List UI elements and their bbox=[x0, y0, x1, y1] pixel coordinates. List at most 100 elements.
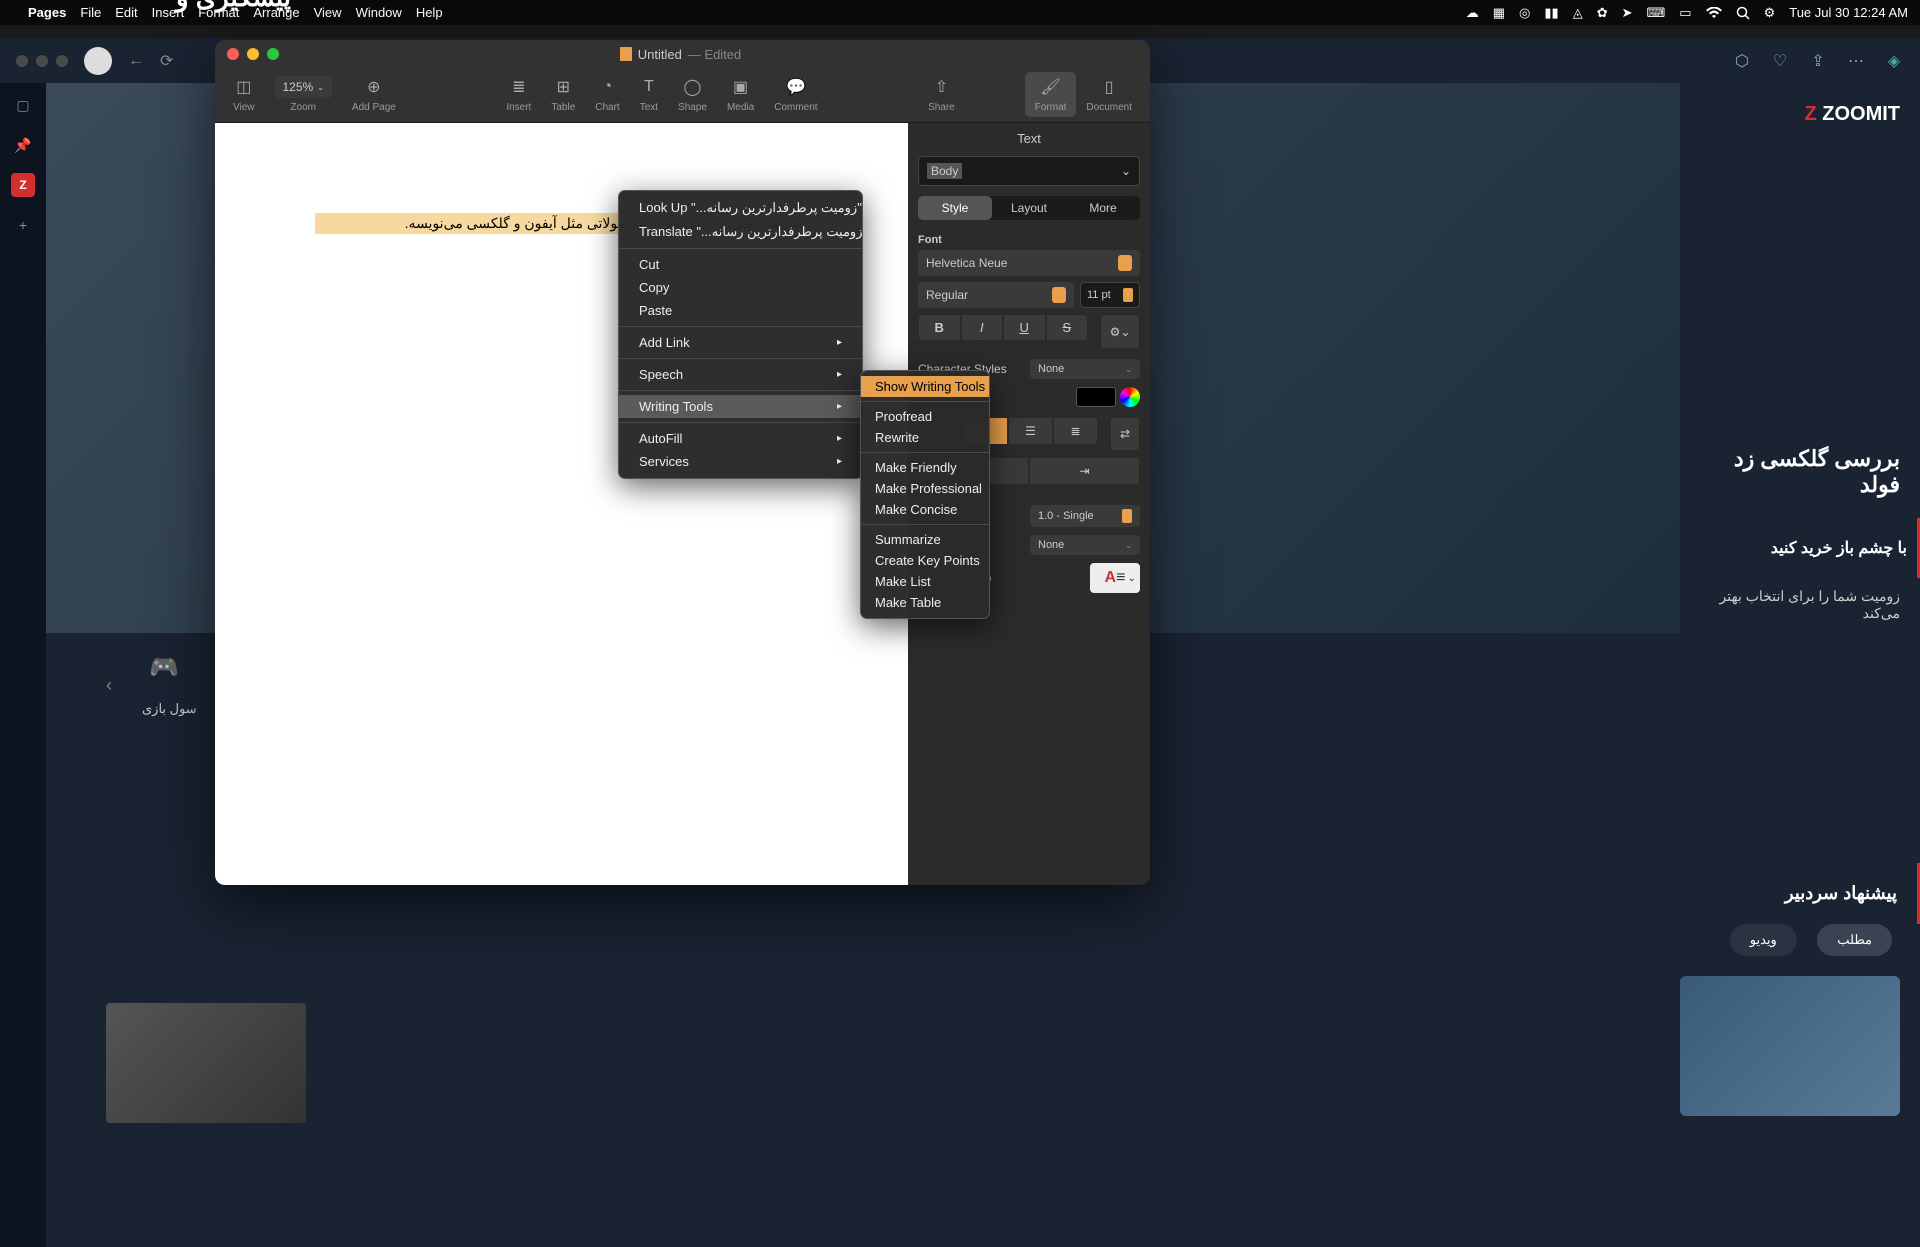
document-button[interactable]: ▯Document bbox=[1076, 72, 1142, 117]
comment-button[interactable]: 💬Comment bbox=[764, 72, 827, 117]
menu-writing-tools[interactable]: Writing Tools▸ bbox=[619, 395, 862, 418]
menu-translate[interactable]: Translate "...زومیت پرطرفدارترین رسانه" bbox=[619, 220, 862, 244]
bullets-select[interactable]: None⌄ bbox=[1030, 535, 1140, 555]
menu-speech[interactable]: Speech▸ bbox=[619, 363, 862, 386]
submenu-show[interactable]: Show Writing Tools bbox=[861, 376, 989, 397]
chart-button[interactable]: ◔Chart bbox=[585, 72, 629, 117]
carousel-prev[interactable]: ‹ bbox=[106, 675, 112, 696]
control-center-icon[interactable]: ⚙ bbox=[1764, 5, 1776, 21]
menu-copy[interactable]: Copy bbox=[619, 276, 862, 299]
status-icon-5[interactable]: ✿ bbox=[1597, 5, 1608, 21]
font-size-field[interactable]: 11 pt bbox=[1080, 282, 1140, 308]
heart-icon[interactable]: ♡ bbox=[1770, 51, 1790, 71]
battery-icon[interactable]: ▭ bbox=[1679, 5, 1691, 21]
menu-help[interactable]: Help bbox=[416, 5, 443, 20]
submenu-professional[interactable]: Make Professional bbox=[861, 478, 989, 499]
zoom-button[interactable]: 125% ⌄ Zoom bbox=[265, 72, 342, 117]
submenu-friendly[interactable]: Make Friendly bbox=[861, 457, 989, 478]
app-name[interactable]: Pages bbox=[28, 5, 66, 20]
submenu-table[interactable]: Make Table bbox=[861, 592, 989, 613]
article-thumbnail[interactable] bbox=[1680, 976, 1900, 1116]
menu-autofill[interactable]: AutoFill▸ bbox=[619, 427, 862, 450]
submenu-rewrite[interactable]: Rewrite bbox=[861, 427, 989, 448]
bold-button[interactable]: B bbox=[918, 314, 961, 341]
dropcap-preview[interactable]: A≡ bbox=[1090, 563, 1140, 593]
sidebar-add-icon[interactable]: + bbox=[11, 213, 35, 237]
status-icon-3[interactable]: ▮▮ bbox=[1544, 5, 1558, 21]
spacing-select[interactable]: 1.0 - Single bbox=[1030, 505, 1140, 527]
search-icon[interactable] bbox=[1736, 6, 1750, 20]
telegram-icon[interactable]: ➤ bbox=[1622, 5, 1633, 21]
close-button[interactable] bbox=[227, 48, 239, 60]
share-icon-bg[interactable]: ⇪ bbox=[1808, 51, 1828, 71]
carousel-item-console[interactable]: 🎮 سول بازی bbox=[142, 653, 197, 717]
zoomit-logo[interactable]: Z ZOOMIT bbox=[1680, 103, 1920, 126]
wifi-icon[interactable] bbox=[1706, 7, 1722, 19]
indent-button[interactable]: ⇥ bbox=[1029, 457, 1140, 485]
menu-paste[interactable]: Paste bbox=[619, 299, 862, 322]
menu-view[interactable]: View bbox=[314, 5, 342, 20]
format-button[interactable]: 🖌Format bbox=[1025, 72, 1077, 117]
more-icon[interactable]: ⋯ bbox=[1846, 51, 1866, 71]
text-color-swatch[interactable] bbox=[1076, 387, 1116, 407]
table-button[interactable]: ⊞Table bbox=[541, 72, 585, 117]
share-button[interactable]: ⇧Share bbox=[918, 72, 965, 117]
article-thumbnail-left[interactable] bbox=[106, 1003, 306, 1123]
submenu-proofread[interactable]: Proofread bbox=[861, 406, 989, 427]
browser-avatar[interactable] bbox=[84, 47, 112, 75]
menu-add-link[interactable]: Add Link▸ bbox=[619, 331, 862, 354]
insert-button[interactable]: ≣Insert bbox=[496, 72, 541, 117]
document-title: Untitled bbox=[638, 47, 682, 62]
align-justify-button[interactable]: ≣ bbox=[1053, 417, 1098, 445]
italic-button[interactable]: I bbox=[961, 314, 1004, 341]
reload-icon[interactable]: ⟳ bbox=[160, 51, 173, 71]
font-options-button[interactable]: ⚙⌄ bbox=[1100, 314, 1140, 349]
keyboard-icon[interactable]: ⌨ bbox=[1647, 5, 1666, 21]
direction-button[interactable]: ⇄ bbox=[1110, 417, 1140, 451]
underline-button[interactable]: U bbox=[1003, 314, 1046, 341]
pill-article[interactable]: مطلب bbox=[1817, 924, 1892, 956]
view-button[interactable]: ◫ View bbox=[223, 72, 265, 117]
submenu-concise[interactable]: Make Concise bbox=[861, 499, 989, 520]
menu-cut[interactable]: Cut bbox=[619, 253, 862, 276]
maximize-button[interactable] bbox=[267, 48, 279, 60]
color-picker-button[interactable] bbox=[1120, 387, 1140, 407]
menu-edit[interactable]: Edit bbox=[115, 5, 137, 20]
text-button[interactable]: TText bbox=[630, 72, 668, 117]
menu-lookup[interactable]: Look Up "...زومیت پرطرفدارترین رسانه" bbox=[619, 196, 862, 220]
strike-button[interactable]: S bbox=[1046, 314, 1089, 341]
pill-video[interactable]: ویدیو bbox=[1730, 924, 1797, 956]
sidebar-tab-icon[interactable]: ▢ bbox=[11, 93, 35, 117]
clock[interactable]: Tue Jul 30 12:24 AM bbox=[1789, 5, 1908, 20]
minimize-button[interactable] bbox=[247, 48, 259, 60]
back-arrow-icon[interactable]: ← bbox=[128, 52, 144, 70]
chart-icon: ◔ bbox=[603, 76, 613, 98]
submenu-list[interactable]: Make List bbox=[861, 571, 989, 592]
tab-style[interactable]: Style bbox=[918, 196, 992, 220]
font-weight-select[interactable]: Regular bbox=[918, 282, 1074, 308]
cloud-icon[interactable]: ☁︎ bbox=[1466, 5, 1479, 21]
media-button[interactable]: ▣Media bbox=[717, 72, 764, 117]
tab-layout[interactable]: Layout bbox=[992, 196, 1066, 220]
copilot-icon[interactable]: ◈ bbox=[1884, 51, 1904, 71]
chevron-down-icon: ⌄ bbox=[1121, 164, 1131, 178]
add-page-button[interactable]: ⊕ Add Page bbox=[342, 72, 406, 117]
paragraph-style-select[interactable]: Body ⌄ bbox=[918, 156, 1140, 186]
status-icon-2[interactable]: ◎ bbox=[1519, 5, 1530, 21]
align-right-button[interactable]: ☰ bbox=[1008, 417, 1053, 445]
sidebar-zoomit-icon[interactable]: Z bbox=[11, 173, 35, 197]
status-icon-4[interactable]: ◬ bbox=[1573, 5, 1583, 21]
submenu-keypoints[interactable]: Create Key Points bbox=[861, 550, 989, 571]
sidebar-pin-icon[interactable]: 📌 bbox=[11, 133, 35, 157]
extension-icon[interactable]: ⬡ bbox=[1732, 51, 1752, 71]
shape-button[interactable]: ◯Shape bbox=[668, 72, 717, 117]
menu-file[interactable]: File bbox=[80, 5, 101, 20]
status-icon-1[interactable]: ▦ bbox=[1493, 5, 1505, 21]
submenu-summarize[interactable]: Summarize bbox=[861, 529, 989, 550]
menu-services[interactable]: Services▸ bbox=[619, 450, 862, 473]
menu-window[interactable]: Window bbox=[356, 5, 402, 20]
tab-more[interactable]: More bbox=[1066, 196, 1140, 220]
traffic-lights bbox=[227, 48, 279, 60]
font-family-select[interactable]: Helvetica Neue bbox=[918, 250, 1140, 276]
char-style-select[interactable]: None⌄ bbox=[1030, 359, 1140, 379]
